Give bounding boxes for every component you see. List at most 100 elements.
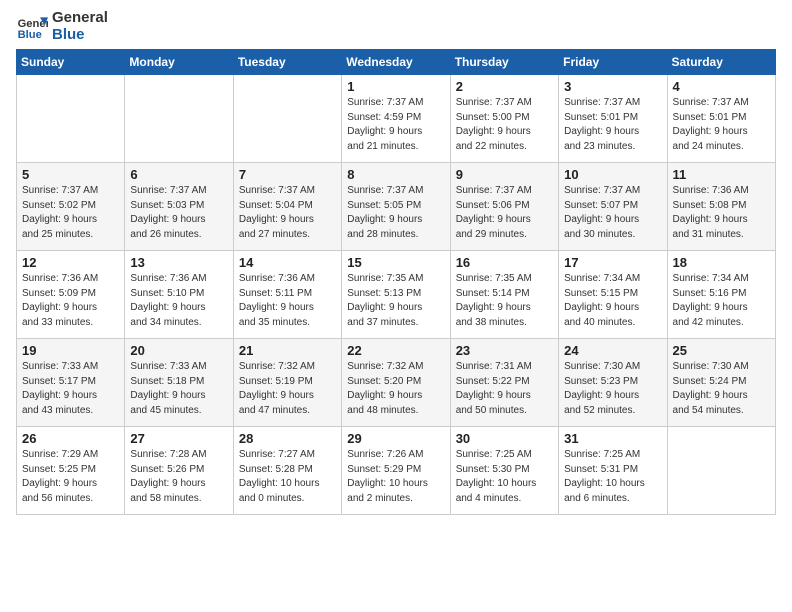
calendar-day-13: 13 Sunrise: 7:36 AMSunset: 5:10 PMDayligh… <box>125 251 233 339</box>
svg-text:Blue: Blue <box>18 29 42 41</box>
day-info: Sunrise: 7:37 AMSunset: 5:00 PMDaylight:… <box>456 96 553 154</box>
day-info: Sunrise: 7:37 AMSunset: 5:01 PMDaylight:… <box>673 96 770 154</box>
weekday-header-tuesday: Tuesday <box>233 50 341 75</box>
weekday-header-friday: Friday <box>559 50 667 75</box>
calendar-day-17: 17Sunrise: 7:34 AMSunset: 5:15 PMDayligh… <box>559 251 667 339</box>
day-number: 16 <box>456 255 553 270</box>
calendar-day-15: 15 Sunrise: 7:35 AMSunset: 5:13 PMDayligh… <box>342 251 450 339</box>
calendar-day-5: 5Sunrise: 7:37 AMSunset: 5:02 PMDaylight… <box>17 163 125 251</box>
day-number: 17 <box>564 255 661 270</box>
day-info: Sunrise: 7:36 AMSunset: 5:09 PMDaylight:… <box>22 272 119 330</box>
day-info: Sunrise: 7:37 AMSunset: 4:59 PMDaylight:… <box>347 96 444 154</box>
day-number: 29 <box>347 431 444 446</box>
calendar-empty-cell <box>17 75 125 163</box>
calendar-day-31: 31Sunrise: 7:25 AMSunset: 5:31 PMDayligh… <box>559 427 667 515</box>
calendar-week-row: 26 Sunrise: 7:29 AMSunset: 5:25 PMDayligh… <box>17 427 776 515</box>
calendar-day-1: 1 Sunrise: 7:37 AMSunset: 4:59 PMDaylight… <box>342 75 450 163</box>
day-info: Sunrise: 7:25 AMSunset: 5:30 PMDaylight:… <box>456 448 553 506</box>
day-info: Sunrise: 7:32 AMSunset: 5:19 PMDaylight:… <box>239 360 336 418</box>
day-info: Sunrise: 7:28 AMSunset: 5:26 PMDaylight:… <box>130 448 227 506</box>
day-info: Sunrise: 7:33 AMSunset: 5:17 PMDaylight:… <box>22 360 119 418</box>
day-info: Sunrise: 7:29 AMSunset: 5:25 PMDaylight:… <box>22 448 119 506</box>
logo-blue-text: Blue <box>52 27 108 44</box>
weekday-header-thursday: Thursday <box>450 50 558 75</box>
day-number: 8 <box>347 167 444 182</box>
day-info: Sunrise: 7:37 AMSunset: 5:03 PMDaylight:… <box>130 184 227 242</box>
header: General Blue General Blue <box>16 10 776 43</box>
day-info: Sunrise: 7:36 AMSunset: 5:11 PMDaylight:… <box>239 272 336 330</box>
calendar-table: SundayMondayTuesdayWednesdayThursdayFrid… <box>16 49 776 515</box>
weekday-header-monday: Monday <box>125 50 233 75</box>
calendar-day-23: 23 Sunrise: 7:31 AMSunset: 5:22 PMDayligh… <box>450 339 558 427</box>
day-info: Sunrise: 7:37 AMSunset: 5:05 PMDaylight:… <box>347 184 444 242</box>
day-number: 24 <box>564 343 661 358</box>
day-info: Sunrise: 7:37 AMSunset: 5:04 PMDaylight:… <box>239 184 336 242</box>
calendar-day-7: 7Sunrise: 7:37 AMSunset: 5:04 PMDaylight… <box>233 163 341 251</box>
day-number: 22 <box>347 343 444 358</box>
calendar-day-21: 21Sunrise: 7:32 AMSunset: 5:19 PMDayligh… <box>233 339 341 427</box>
day-info: Sunrise: 7:37 AMSunset: 5:07 PMDaylight:… <box>564 184 661 242</box>
logo-general-text: General <box>52 10 108 27</box>
calendar-day-27: 27Sunrise: 7:28 AMSunset: 5:26 PMDayligh… <box>125 427 233 515</box>
day-info: Sunrise: 7:37 AMSunset: 5:01 PMDaylight:… <box>564 96 661 154</box>
day-number: 13 <box>130 255 227 270</box>
weekday-header-row: SundayMondayTuesdayWednesdayThursdayFrid… <box>17 50 776 75</box>
calendar-day-28: 28 Sunrise: 7:27 AMSunset: 5:28 PMDayligh… <box>233 427 341 515</box>
calendar-empty-cell <box>233 75 341 163</box>
day-number: 28 <box>239 431 336 446</box>
day-number: 25 <box>673 343 770 358</box>
calendar-day-22: 22Sunrise: 7:32 AMSunset: 5:20 PMDayligh… <box>342 339 450 427</box>
weekday-header-sunday: Sunday <box>17 50 125 75</box>
day-info: Sunrise: 7:33 AMSunset: 5:18 PMDaylight:… <box>130 360 227 418</box>
calendar-day-29: 29Sunrise: 7:26 AMSunset: 5:29 PMDayligh… <box>342 427 450 515</box>
calendar-day-12: 12 Sunrise: 7:36 AMSunset: 5:09 PMDayligh… <box>17 251 125 339</box>
calendar-day-19: 19 Sunrise: 7:33 AMSunset: 5:17 PMDayligh… <box>17 339 125 427</box>
day-number: 15 <box>347 255 444 270</box>
day-info: Sunrise: 7:30 AMSunset: 5:23 PMDaylight:… <box>564 360 661 418</box>
day-number: 20 <box>130 343 227 358</box>
day-number: 6 <box>130 167 227 182</box>
calendar-day-20: 20 Sunrise: 7:33 AMSunset: 5:18 PMDayligh… <box>125 339 233 427</box>
calendar-day-8: 8 Sunrise: 7:37 AMSunset: 5:05 PMDaylight… <box>342 163 450 251</box>
logo: General Blue General Blue <box>16 10 108 43</box>
calendar-page: General Blue General Blue SundayMondayTu… <box>0 0 792 612</box>
day-number: 12 <box>22 255 119 270</box>
day-number: 30 <box>456 431 553 446</box>
calendar-day-24: 24 Sunrise: 7:30 AMSunset: 5:23 PMDayligh… <box>559 339 667 427</box>
day-number: 3 <box>564 79 661 94</box>
calendar-week-row: 19 Sunrise: 7:33 AMSunset: 5:17 PMDayligh… <box>17 339 776 427</box>
calendar-day-16: 16 Sunrise: 7:35 AMSunset: 5:14 PMDayligh… <box>450 251 558 339</box>
calendar-empty-cell <box>125 75 233 163</box>
day-info: Sunrise: 7:25 AMSunset: 5:31 PMDaylight:… <box>564 448 661 506</box>
day-number: 1 <box>347 79 444 94</box>
calendar-day-2: 2Sunrise: 7:37 AMSunset: 5:00 PMDaylight… <box>450 75 558 163</box>
day-number: 26 <box>22 431 119 446</box>
weekday-header-saturday: Saturday <box>667 50 775 75</box>
calendar-day-26: 26 Sunrise: 7:29 AMSunset: 5:25 PMDayligh… <box>17 427 125 515</box>
day-info: Sunrise: 7:31 AMSunset: 5:22 PMDaylight:… <box>456 360 553 418</box>
calendar-day-9: 9Sunrise: 7:37 AMSunset: 5:06 PMDaylight… <box>450 163 558 251</box>
day-number: 19 <box>22 343 119 358</box>
day-info: Sunrise: 7:36 AMSunset: 5:08 PMDaylight:… <box>673 184 770 242</box>
day-number: 9 <box>456 167 553 182</box>
calendar-day-3: 3 Sunrise: 7:37 AMSunset: 5:01 PMDaylight… <box>559 75 667 163</box>
calendar-day-14: 14 Sunrise: 7:36 AMSunset: 5:11 PMDayligh… <box>233 251 341 339</box>
day-number: 18 <box>673 255 770 270</box>
calendar-day-4: 4Sunrise: 7:37 AMSunset: 5:01 PMDaylight… <box>667 75 775 163</box>
day-info: Sunrise: 7:30 AMSunset: 5:24 PMDaylight:… <box>673 360 770 418</box>
logo-icon: General Blue <box>16 11 48 43</box>
calendar-week-row: 1 Sunrise: 7:37 AMSunset: 4:59 PMDaylight… <box>17 75 776 163</box>
day-info: Sunrise: 7:36 AMSunset: 5:10 PMDaylight:… <box>130 272 227 330</box>
day-number: 14 <box>239 255 336 270</box>
day-info: Sunrise: 7:35 AMSunset: 5:14 PMDaylight:… <box>456 272 553 330</box>
calendar-week-row: 5Sunrise: 7:37 AMSunset: 5:02 PMDaylight… <box>17 163 776 251</box>
calendar-day-30: 30 Sunrise: 7:25 AMSunset: 5:30 PMDayligh… <box>450 427 558 515</box>
calendar-day-11: 11 Sunrise: 7:36 AMSunset: 5:08 PMDayligh… <box>667 163 775 251</box>
day-number: 10 <box>564 167 661 182</box>
day-number: 23 <box>456 343 553 358</box>
day-info: Sunrise: 7:35 AMSunset: 5:13 PMDaylight:… <box>347 272 444 330</box>
day-info: Sunrise: 7:34 AMSunset: 5:16 PMDaylight:… <box>673 272 770 330</box>
day-info: Sunrise: 7:27 AMSunset: 5:28 PMDaylight:… <box>239 448 336 506</box>
day-number: 11 <box>673 167 770 182</box>
calendar-day-6: 6 Sunrise: 7:37 AMSunset: 5:03 PMDaylight… <box>125 163 233 251</box>
